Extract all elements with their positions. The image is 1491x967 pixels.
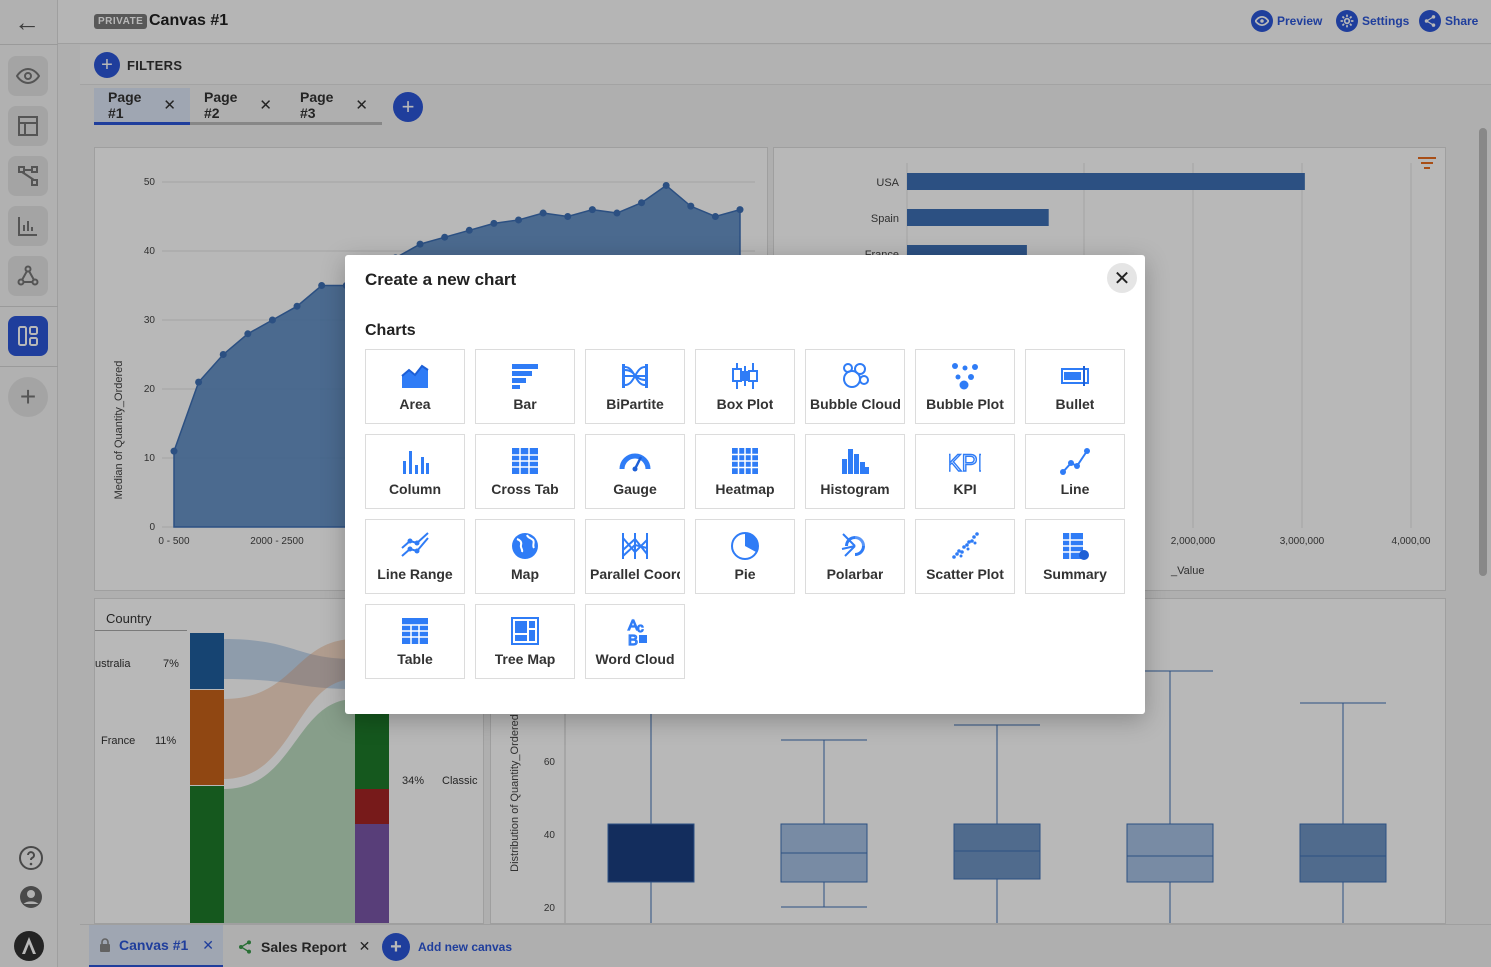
chart-tile-label: KPI <box>953 481 977 497</box>
chart-tile-area[interactable]: Area <box>365 349 465 424</box>
chart-tile-map[interactable]: Map <box>475 519 575 594</box>
charts-section-title: Charts <box>365 322 416 339</box>
area-chart-icon <box>401 364 429 388</box>
chart-tile-bubble-plot[interactable]: Bubble Plot <box>915 349 1015 424</box>
bipartite-chart-icon <box>622 364 648 388</box>
chart-tile-label: Bar <box>513 396 537 412</box>
histogram-icon <box>842 449 869 474</box>
chart-tile-label: Cross Tab <box>491 481 559 497</box>
chart-tile-label: Tree Map <box>494 651 556 667</box>
create-chart-dialog: Create a new chart ✕ Charts Area Bar BiPar… <box>345 255 1145 714</box>
gauge-icon <box>619 453 651 472</box>
chart-tile-kpi[interactable]: KPI KPI <box>915 434 1015 509</box>
column-chart-icon <box>403 451 429 474</box>
chart-tile-heatmap[interactable]: Heatmap <box>695 434 795 509</box>
scatter-plot-icon <box>952 532 979 559</box>
chart-tile-label: BiPartite <box>606 396 664 412</box>
cross-tab-icon <box>512 448 538 474</box>
chart-tile-box-plot[interactable]: Box Plot <box>695 349 795 424</box>
table-icon <box>402 618 428 644</box>
chart-tile-bubble-cloud[interactable]: Bubble Cloud <box>805 349 905 424</box>
svg-text:B: B <box>628 632 638 647</box>
map-icon <box>512 533 538 559</box>
chart-tile-label: Histogram <box>820 481 890 497</box>
box-plot-icon <box>732 363 758 389</box>
chart-tile-summary[interactable]: Summary <box>1025 519 1125 594</box>
tree-map-icon <box>511 617 539 645</box>
line-range-icon <box>401 532 429 557</box>
bubble-cloud-icon <box>843 363 869 388</box>
chart-tile-label: Line <box>1060 481 1090 497</box>
chart-tile-label: Bubble Plot <box>926 396 1004 412</box>
chart-tile-label: Word Cloud <box>595 651 675 667</box>
chart-tile-cross-tab[interactable]: Cross Tab <box>475 434 575 509</box>
chart-tile-word-cloud[interactable]: Ac B Word Cloud <box>585 604 685 679</box>
polarbar-icon <box>841 533 865 557</box>
close-dialog-button[interactable]: ✕ <box>1107 263 1137 293</box>
chart-tile-label: Pie <box>734 566 756 582</box>
chart-tile-scatter-plot[interactable]: Scatter Plot <box>915 519 1015 594</box>
kpi-icon: KPI <box>949 449 981 477</box>
chart-tile-label: Box Plot <box>716 396 774 412</box>
chart-tile-histogram[interactable]: Histogram <box>805 434 905 509</box>
svg-text:c: c <box>637 620 644 635</box>
chart-tile-table[interactable]: Table <box>365 604 465 679</box>
chart-tile-label: Summary <box>1043 566 1107 582</box>
chart-tile-bullet[interactable]: Bullet <box>1025 349 1125 424</box>
chart-tile-line-range[interactable]: Line Range <box>365 519 465 594</box>
line-chart-icon <box>1060 448 1090 475</box>
chart-tile-bar[interactable]: Bar <box>475 349 575 424</box>
dialog-title: Create a new chart <box>365 270 517 289</box>
chart-tile-label: Gauge <box>613 481 657 497</box>
word-cloud-icon: AcB <box>627 616 647 647</box>
summary-icon <box>1063 533 1089 560</box>
heatmap-icon <box>732 448 758 474</box>
chart-tile-pie[interactable]: Pie <box>695 519 795 594</box>
chart-tile-tree-map[interactable]: Tree Map <box>475 604 575 679</box>
chart-tile-label: Map <box>511 566 539 582</box>
chart-tile-label: Scatter Plot <box>926 566 1004 582</box>
chart-tile-label: Bullet <box>1055 396 1095 412</box>
parallel-coordinates-icon <box>622 533 648 559</box>
chart-tile-line[interactable]: Line <box>1025 434 1125 509</box>
chart-tile-column[interactable]: Column <box>365 434 465 509</box>
bullet-chart-icon <box>1061 366 1089 386</box>
chart-tile-label: Parallel Coordinates <box>590 566 680 582</box>
chart-tile-bipartite[interactable]: BiPartite <box>585 349 685 424</box>
chart-tile-label: Table <box>397 651 433 667</box>
chart-tile-gauge[interactable]: Gauge <box>585 434 685 509</box>
close-icon: ✕ <box>1113 267 1131 290</box>
chart-tile-label: Line Range <box>377 566 453 582</box>
svg-text:KPI: KPI <box>949 450 981 477</box>
bar-chart-icon <box>512 364 538 389</box>
chart-tile-polarbar[interactable]: Polarbar <box>805 519 905 594</box>
chart-tile-parallel-coordinates[interactable]: Parallel Coordinates <box>585 519 685 594</box>
chart-tile-label: Area <box>399 396 431 412</box>
chart-tile-label: Polarbar <box>826 566 884 582</box>
chart-tile-label: Heatmap <box>715 481 775 497</box>
pie-chart-icon <box>731 532 759 560</box>
chart-tile-label: Bubble Cloud <box>810 396 900 412</box>
bubble-plot-icon <box>952 363 978 390</box>
chart-tile-label: Column <box>388 481 442 497</box>
